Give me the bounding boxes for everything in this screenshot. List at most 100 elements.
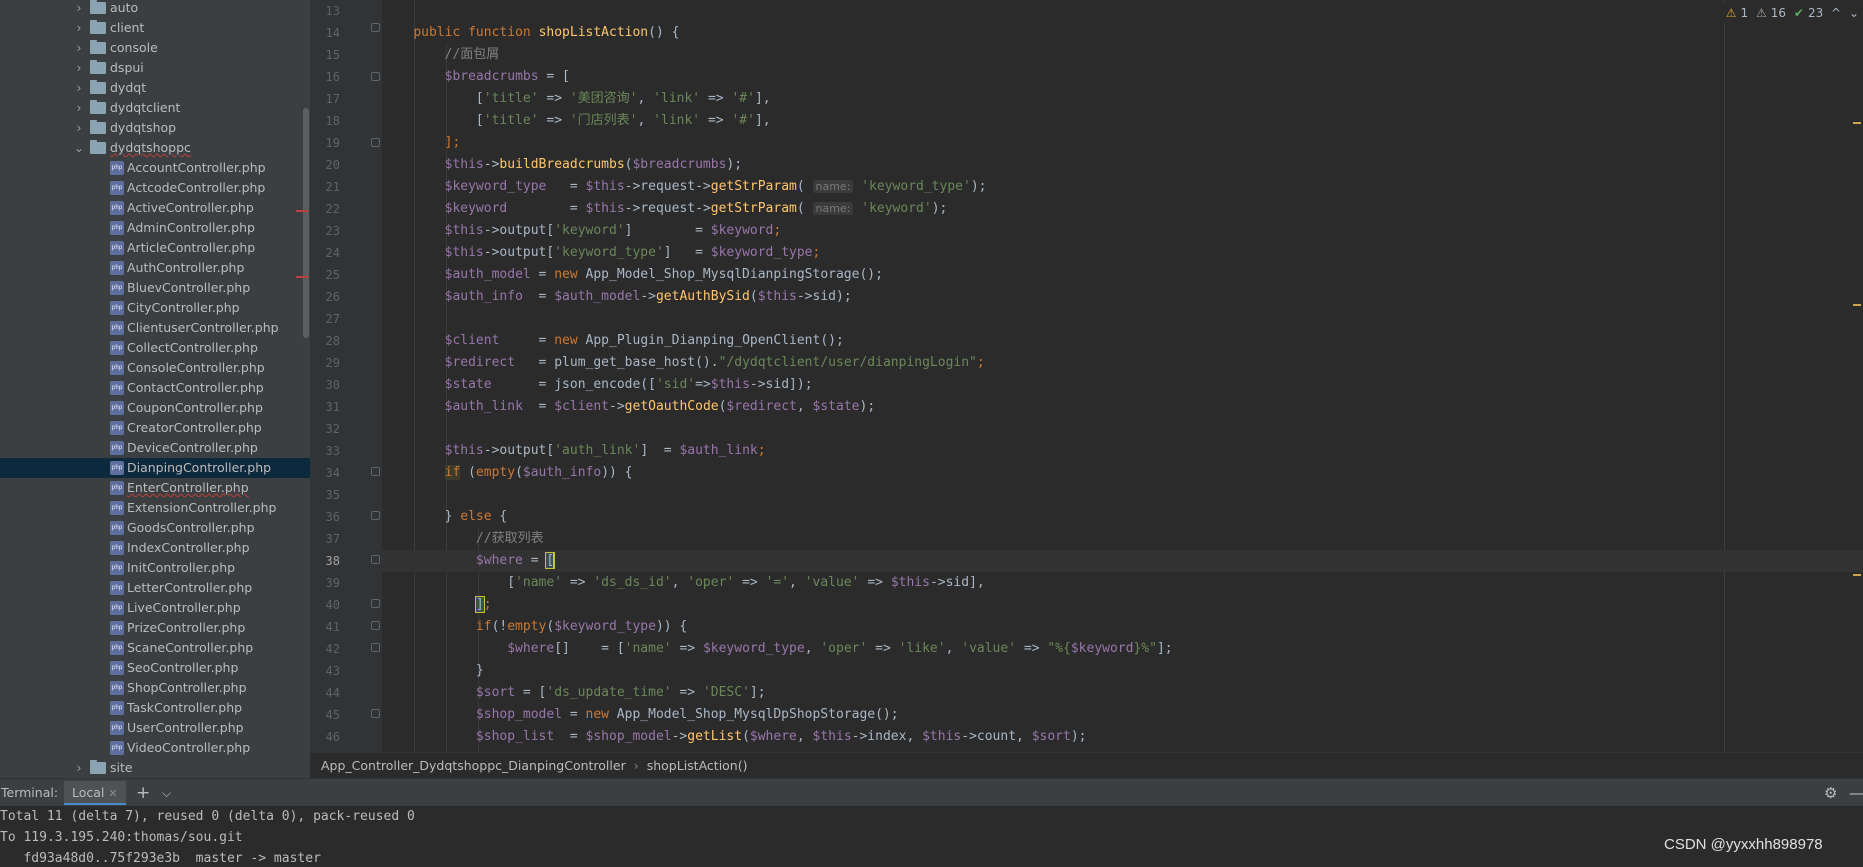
tree-file[interactable]: php LetterController.php [0,578,310,598]
chevron-up-icon[interactable]: ^ [1831,6,1841,20]
tree-item-label: PrizeController.php [127,620,246,635]
chevron-down-icon[interactable]: ⌄ [1849,6,1859,20]
code-text: ->sid], [929,575,985,590]
chevron-right-icon[interactable]: › [72,38,86,58]
tree-file[interactable]: php TaskController.php [0,698,310,718]
chevron-right-icon[interactable]: › [72,58,86,78]
gear-icon[interactable]: ⚙ [1824,779,1837,807]
string: 'keyword_type' [554,245,664,260]
code-text: = [522,289,555,304]
fold-marker[interactable] [371,138,380,147]
terminal-output[interactable]: Total 11 (delta 7), reused 0 (delta 0), … [0,806,1863,867]
chevron-right-icon[interactable]: › [72,78,86,98]
tree-folder[interactable]: › site [0,758,310,778]
tree-folder[interactable]: › dydqt [0,78,310,98]
variable: $keyword_type [702,641,805,656]
fold-marker[interactable] [371,511,380,520]
weak-warning-icon: ⚠ [1756,6,1767,20]
minimize-icon[interactable]: — [1849,779,1863,807]
fold-marker[interactable] [371,599,380,608]
chevron-right-icon[interactable]: › [72,98,86,118]
tree-file[interactable]: php EnterController.php [0,478,310,498]
tree-file[interactable]: php CityController.php [0,298,310,318]
tree-file[interactable]: php GoodsController.php [0,518,310,538]
php-file-icon: php [110,681,124,695]
code-text: ( [742,729,750,744]
tree-file[interactable]: php ConsoleController.php [0,358,310,378]
chevron-right-icon[interactable]: › [72,118,86,138]
variable: $shop_list [475,729,555,744]
tree-file[interactable]: php ShopController.php [0,678,310,698]
tree-file[interactable]: php ActcodeController.php [0,178,310,198]
tree-folder[interactable]: › client [0,18,310,38]
fold-marker[interactable] [371,709,380,718]
tree-file[interactable]: php DianpingController.php [0,458,310,478]
fold-marker[interactable] [371,555,380,564]
tree-file[interactable]: php ActiveController.php [0,198,310,218]
code-text: )) { [601,465,633,480]
fold-marker[interactable] [371,23,380,32]
tree-file[interactable]: php SeoController.php [0,658,310,678]
check-icon: ✔ [1793,6,1804,20]
breadcrumb-class[interactable]: App_Controller_Dydqtshoppc_DianpingContr… [321,758,626,773]
tree-folder[interactable]: › console [0,38,310,58]
tree-item-label: CollectController.php [127,340,258,355]
tree-folder[interactable]: › dspui [0,58,310,78]
breadcrumb-method[interactable]: shopListAction() [647,758,748,773]
tree-file[interactable]: php DeviceController.php [0,438,310,458]
new-tab-icon[interactable]: + [136,779,150,807]
fold-marker[interactable] [371,72,380,81]
tree-file[interactable]: php ExtensionController.php [0,498,310,518]
chevron-right-icon[interactable]: › [72,758,86,778]
tree-file[interactable]: php ContactController.php [0,378,310,398]
chevron-right-icon[interactable]: › [72,0,86,18]
tree-file[interactable]: php CollectController.php [0,338,310,358]
tab-label: Local [72,785,105,800]
tree-file[interactable]: php IndexController.php [0,538,310,558]
project-tree-panel[interactable]: › auto › client › console › dspui › dydqt › dydqtcl… [0,0,310,778]
tree-item-label: dydqtshop [110,120,177,135]
error-stripe-mark[interactable] [1853,574,1861,576]
tree-file[interactable]: php InitController.php [0,558,310,578]
tree-file[interactable]: php AdminController.php [0,218,310,238]
fold-marker[interactable] [371,621,380,630]
variable: $this [444,223,484,238]
tree-file[interactable]: php CouponController.php [0,398,310,418]
tree-file[interactable]: php CreatorController.php [0,418,310,438]
fold-marker[interactable] [371,467,380,476]
tree-file[interactable]: php AuthController.php [0,258,310,278]
tree-folder[interactable]: › dydqtshop [0,118,310,138]
tree-file[interactable]: php UserController.php [0,718,310,738]
fold-marker[interactable] [371,643,380,652]
tab-local[interactable]: Local ✕ [64,781,126,805]
tree-file[interactable]: php PrizeController.php [0,618,310,638]
chevron-down-icon[interactable]: ⌄ [72,138,86,158]
code-text: ], [754,113,771,128]
error-stripe-mark[interactable] [1853,122,1861,124]
tree-folder[interactable]: › auto [0,0,310,18]
tree-file[interactable]: php VideoController.php [0,738,310,758]
tree-file[interactable]: php ScaneController.php [0,638,310,658]
chevron-down-icon[interactable]: ⌵ [162,779,171,807]
code-text: = [507,201,586,216]
close-icon[interactable]: ✕ [108,787,117,800]
code-text: } [475,663,484,678]
error-marker [296,276,308,278]
tree-file[interactable]: php BluevController.php [0,278,310,298]
code-text: ); [931,201,948,216]
tree-folder[interactable]: ⌄ dydqtshoppc [0,138,310,158]
code-editor[interactable]: public function shopListAction() { //面包屑… [382,0,1863,752]
line-number: 15 [325,48,340,62]
tree-file[interactable]: php AccountController.php [0,158,310,178]
code-text: ; [483,597,492,612]
tree-file[interactable]: php LiveController.php [0,598,310,618]
inspection-widget[interactable]: ⚠ 1 ⚠ 16 ✔ 23 ^ ⌄ [1717,3,1863,23]
tree-file[interactable]: php ArticleController.php [0,238,310,258]
tree-folder[interactable]: › dydqtclient [0,98,310,118]
error-stripe-mark[interactable] [1853,304,1861,306]
chevron-right-icon[interactable]: › [72,18,86,38]
warning-count: 1 [1740,6,1749,20]
variable: $where [749,729,797,744]
php-file-icon: php [110,561,124,575]
tree-file[interactable]: php ClientuserController.php [0,318,310,338]
